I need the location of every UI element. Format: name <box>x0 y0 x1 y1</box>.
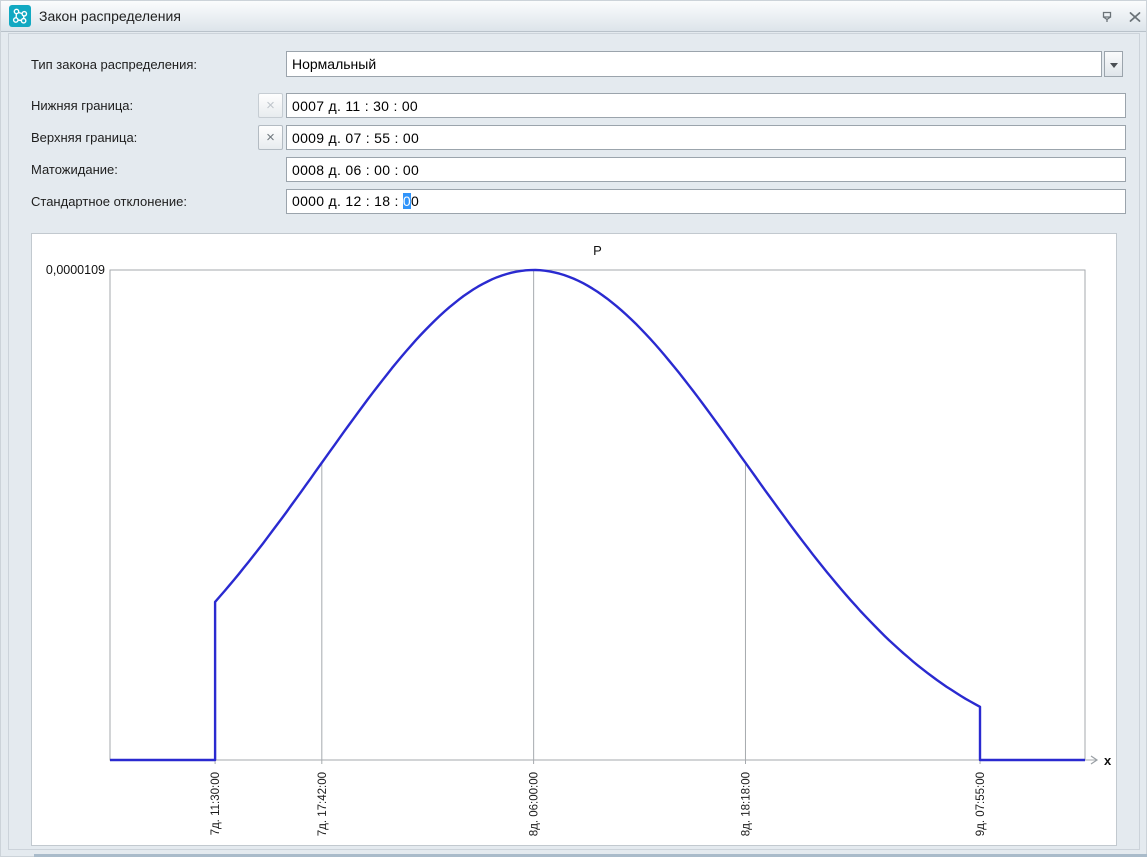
chart-panel: 7д. 11:30:00 7д. 17:42:00 8д. 06:00:00 8д. … <box>31 233 1117 846</box>
field-label-lower-bound: Нижняя граница: <box>31 93 133 118</box>
x-tick-label: 8д. 06:00:00 <box>529 772 541 836</box>
distribution-type-combobox[interactable]: Нормальный <box>286 51 1102 77</box>
x-tick-label: 7д. 11:30:00 <box>210 772 222 835</box>
distribution-law-window: Закон распределения Тип закона распредел… <box>0 0 1147 857</box>
y-axis-title: P <box>593 243 602 258</box>
field-label-upper-bound: Верхняя граница: <box>31 125 137 150</box>
plot-border <box>110 270 1085 760</box>
pin-button[interactable] <box>1099 9 1115 25</box>
upper-bound-input[interactable] <box>286 125 1126 150</box>
clear-upper-bound-button[interactable]: × <box>258 125 283 150</box>
std-deviation-input[interactable]: 0000 д. 12 : 18 : 00 <box>286 189 1126 214</box>
chevron-down-icon <box>1110 63 1118 68</box>
field-label-std-deviation: Стандартное отклонение: <box>31 189 187 214</box>
clear-lower-bound-button[interactable]: × <box>258 93 283 118</box>
distribution-network-icon <box>9 5 31 27</box>
expected-value-input[interactable] <box>286 157 1126 182</box>
pin-icon <box>1099 9 1115 25</box>
field-label-distribution-type: Тип закона распределения: <box>31 52 197 77</box>
x-tick-label: 9д. 07:55:00 <box>975 772 987 836</box>
combobox-dropdown-button[interactable] <box>1104 51 1123 77</box>
combobox-value: Нормальный <box>292 56 376 72</box>
x-tick-label: 8д. 18:18:00 <box>741 772 753 836</box>
close-icon <box>1127 9 1143 25</box>
density-curve <box>110 270 1085 760</box>
input-text: 0 <box>411 193 419 209</box>
close-button[interactable] <box>1127 9 1143 25</box>
y-max-label: 0,0000109 <box>46 263 105 277</box>
input-text: 0000 д. 12 : 18 : <box>292 193 403 209</box>
x-tick-label: 7д. 17:42:00 <box>317 772 329 836</box>
title-bar: Закон распределения <box>1 1 1146 32</box>
x-axis-title: x <box>1104 753 1112 768</box>
selected-text: 0 <box>403 193 411 209</box>
window-title: Закон распределения <box>39 1 181 31</box>
field-label-expected-value: Матожидание: <box>31 157 118 182</box>
distribution-density-chart: 7д. 11:30:00 7д. 17:42:00 8д. 06:00:00 8д. … <box>32 234 1116 845</box>
lower-bound-input[interactable] <box>286 93 1126 118</box>
